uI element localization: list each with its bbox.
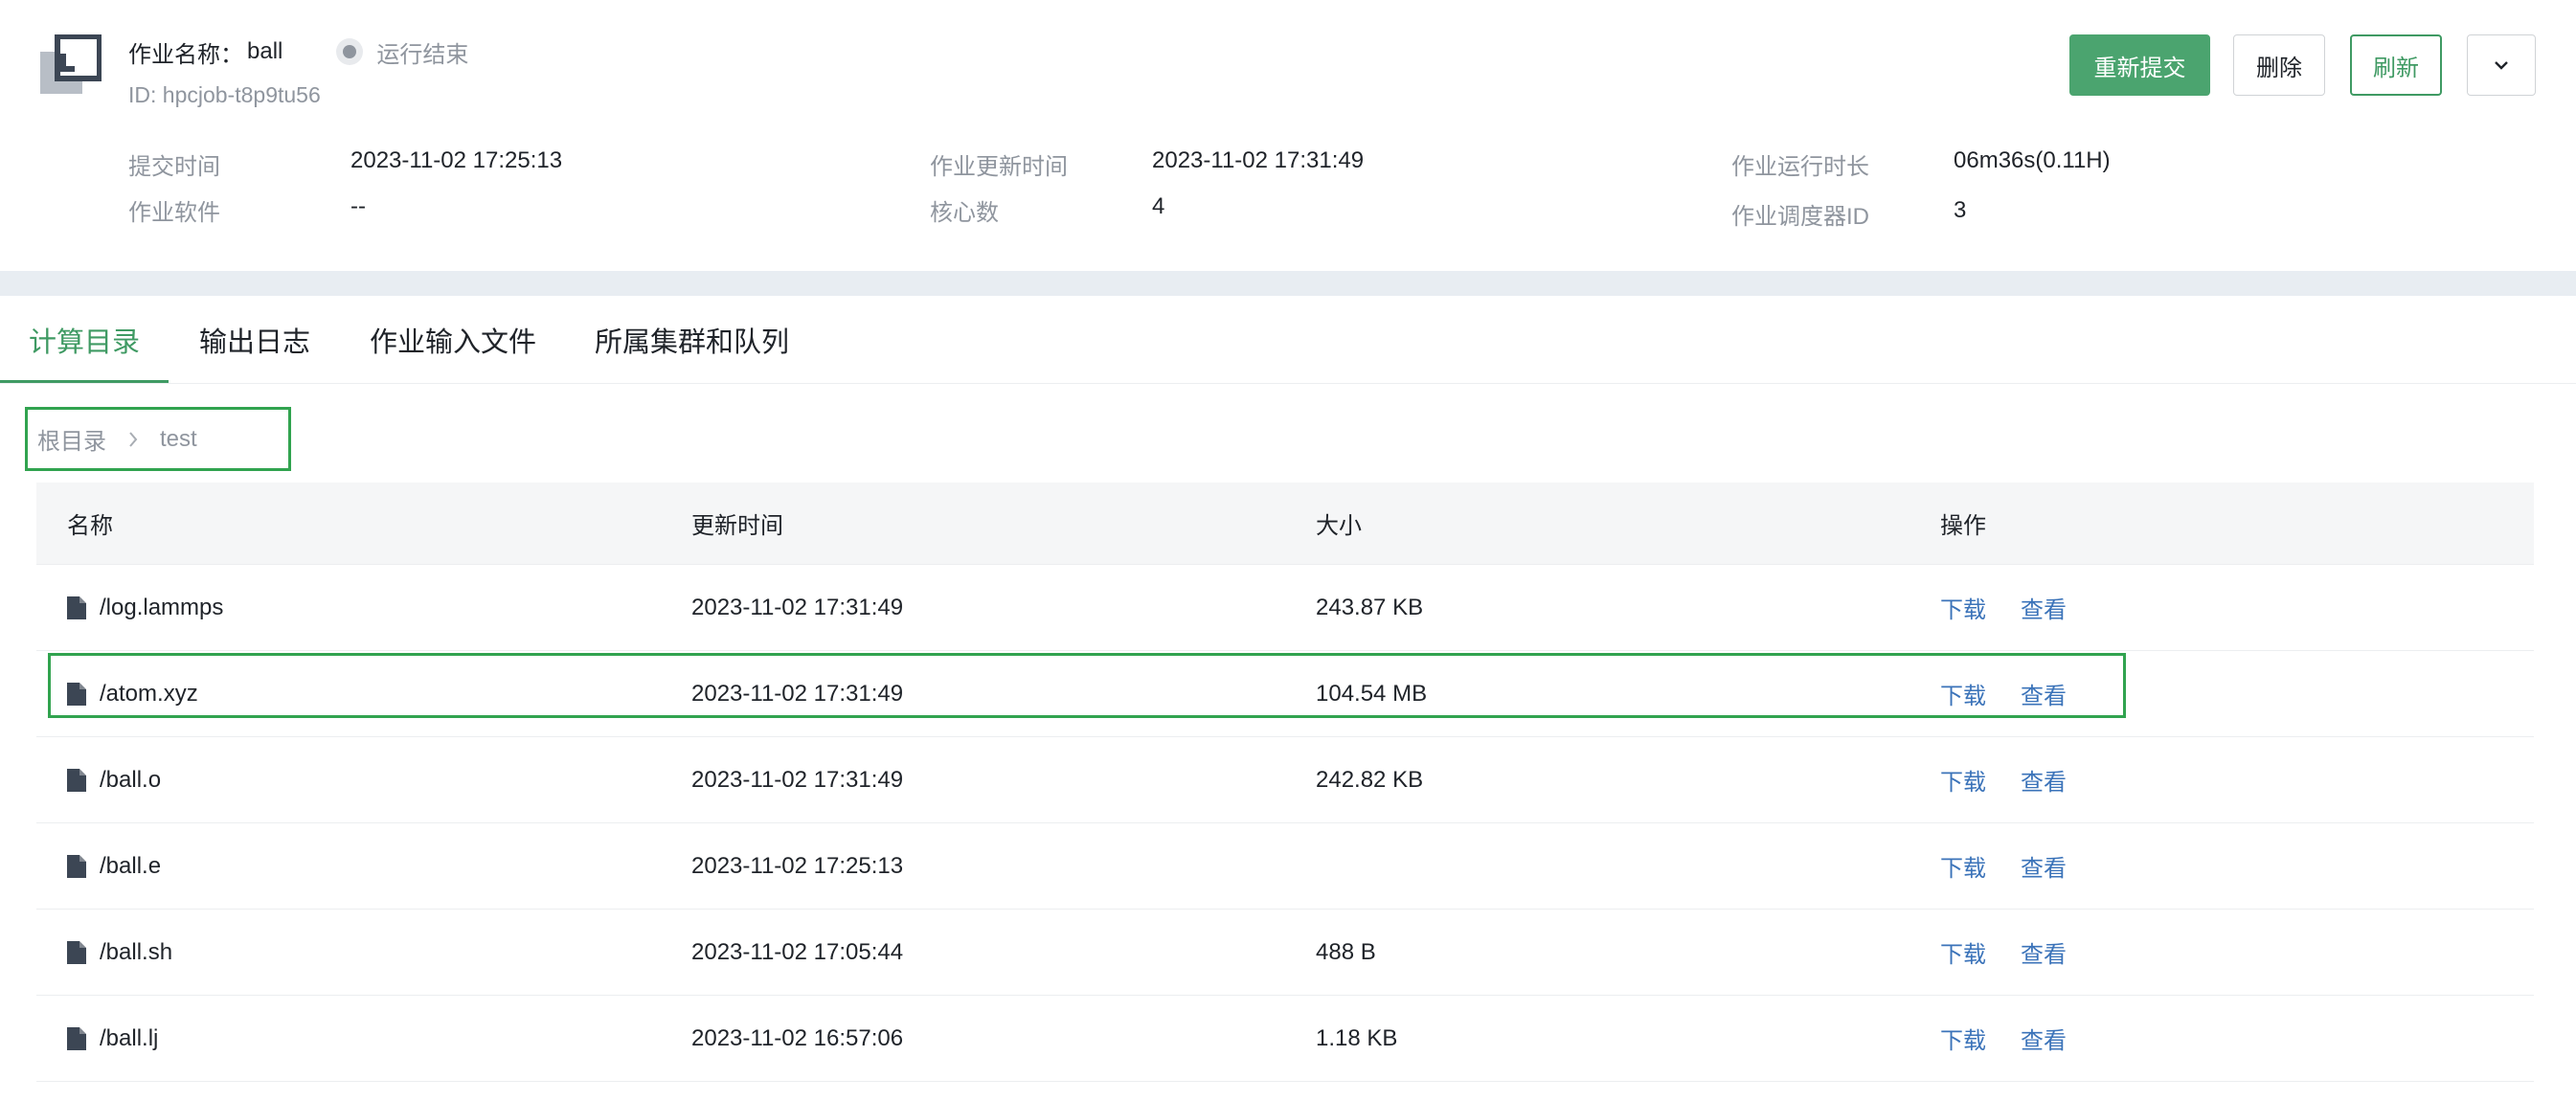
job-status: 运行结束 [336,35,468,69]
cores-label: 核心数 [930,200,999,226]
view-link[interactable]: 查看 [2021,1022,2067,1055]
job-detail-page: 作业名称： ball 运行结束 ID: hpcjob-t8p9tu56 重新提交… [0,0,2576,1101]
update-time-label: 作业更新时间 [930,154,1068,180]
tab-input-files[interactable]: 作业输入文件 [370,296,536,384]
view-link[interactable]: 查看 [2021,849,2067,883]
status-dot-icon [336,38,364,65]
file-icon [67,682,86,706]
tab-compute-directory[interactable]: 计算目录 [29,296,140,384]
table-row: /atom.xyz 2023-11-02 17:31:49 104.54 MB … [36,651,2534,737]
job-name-label: 作业名称： [128,41,243,68]
job-name-row: 作业名称： ball 运行结束 [128,33,468,71]
file-updated-time: 2023-11-02 16:57:06 [691,1024,904,1051]
software-label: 作业软件 [128,200,220,226]
header-ops: 操作 [1940,513,1986,539]
download-link[interactable]: 下载 [1940,591,1986,624]
submit-time-label: 提交时间 [128,154,220,180]
view-link[interactable]: 查看 [2021,591,2067,624]
file-table: 名称 更新时间 大小 操作 /log.lammps 2023-11-02 17:… [36,483,2534,1082]
tab-output-log[interactable]: 输出日志 [199,296,310,384]
file-icon [67,940,86,964]
tab-cluster-queue[interactable]: 所属集群和队列 [595,296,789,384]
file-name: /atom.xyz [100,680,198,707]
table-row: /ball.lj 2023-11-02 16:57:06 1.18 KB 下载 … [36,996,2534,1082]
file-updated-time: 2023-11-02 17:31:49 [691,766,904,793]
row-highlight-box [48,653,2126,718]
file-name: /ball.lj [100,1024,159,1051]
file-name: /ball.e [100,852,162,879]
file-size: 242.82 KB [1316,766,1424,793]
table-row: /ball.o 2023-11-02 17:31:49 242.82 KB 下载… [36,737,2534,823]
file-name: /log.lammps [100,594,224,620]
download-link[interactable]: 下载 [1940,935,1986,969]
file-size: 104.54 MB [1316,680,1428,707]
breadcrumb: 根目录 test [25,407,291,471]
job-name-value: ball [247,38,283,64]
job-header: 作业名称： ball 运行结束 ID: hpcjob-t8p9tu56 重新提交… [0,0,2576,271]
job-icon [40,34,102,94]
file-updated-time: 2023-11-02 17:31:49 [691,594,904,620]
detail-tabs: 计算目录 输出日志 作业输入文件 所属集群和队列 [0,296,2576,384]
file-icon [67,595,86,619]
table-row: /ball.sh 2023-11-02 17:05:44 488 B 下载 查看 [36,910,2534,996]
file-icon [67,768,86,792]
file-size: 1.18 KB [1316,1024,1398,1051]
update-time-value: 2023-11-02 17:31:49 [1152,147,1365,173]
file-icon [67,854,86,878]
scheduler-id-value: 3 [1954,197,1967,223]
breadcrumb-root[interactable]: 根目录 [37,422,106,456]
job-status-text: 运行结束 [376,41,469,68]
view-link[interactable]: 查看 [2021,763,2067,797]
job-id: ID: hpcjob-t8p9tu56 [128,82,321,107]
download-link[interactable]: 下载 [1940,763,1986,797]
header-name: 名称 [67,513,113,539]
section-divider [0,271,2576,296]
download-link[interactable]: 下载 [1940,1022,1986,1055]
cores-value: 4 [1152,193,1165,219]
refresh-button[interactable]: 刷新 [2350,34,2442,96]
chevron-right-icon [127,431,139,448]
header-size: 大小 [1316,513,1362,539]
view-link[interactable]: 查看 [2021,935,2067,969]
download-link[interactable]: 下载 [1940,677,1986,710]
download-link[interactable]: 下载 [1940,849,1986,883]
view-link[interactable]: 查看 [2021,677,2067,710]
table-header: 名称 更新时间 大小 操作 [36,483,2534,565]
table-row: /ball.e 2023-11-02 17:25:13 下载 查看 [36,823,2534,910]
scheduler-id-label: 作业调度器ID [1731,204,1869,230]
breadcrumb-current: test [160,425,197,452]
more-actions-button[interactable] [2467,34,2536,96]
runtime-value: 06m36s(0.11H) [1954,147,2111,173]
table-row: /log.lammps 2023-11-02 17:31:49 243.87 K… [36,565,2534,651]
runtime-label: 作业运行时长 [1731,154,1869,180]
file-name: /ball.sh [100,938,173,965]
file-name: /ball.o [100,766,162,793]
delete-button[interactable]: 删除 [2233,34,2325,96]
file-updated-time: 2023-11-02 17:25:13 [691,852,904,879]
submit-time-value: 2023-11-02 17:25:13 [350,147,563,173]
active-tab-indicator [0,380,169,383]
file-updated-time: 2023-11-02 17:31:49 [691,680,904,707]
file-size: 243.87 KB [1316,594,1424,620]
file-updated-time: 2023-11-02 17:05:44 [691,938,904,965]
file-icon [67,1026,86,1050]
chevron-down-icon [2495,61,2508,70]
file-size: 488 B [1316,938,1376,965]
header-time: 更新时间 [691,513,783,539]
software-value: -- [350,193,366,219]
resubmit-button[interactable]: 重新提交 [2069,34,2210,96]
